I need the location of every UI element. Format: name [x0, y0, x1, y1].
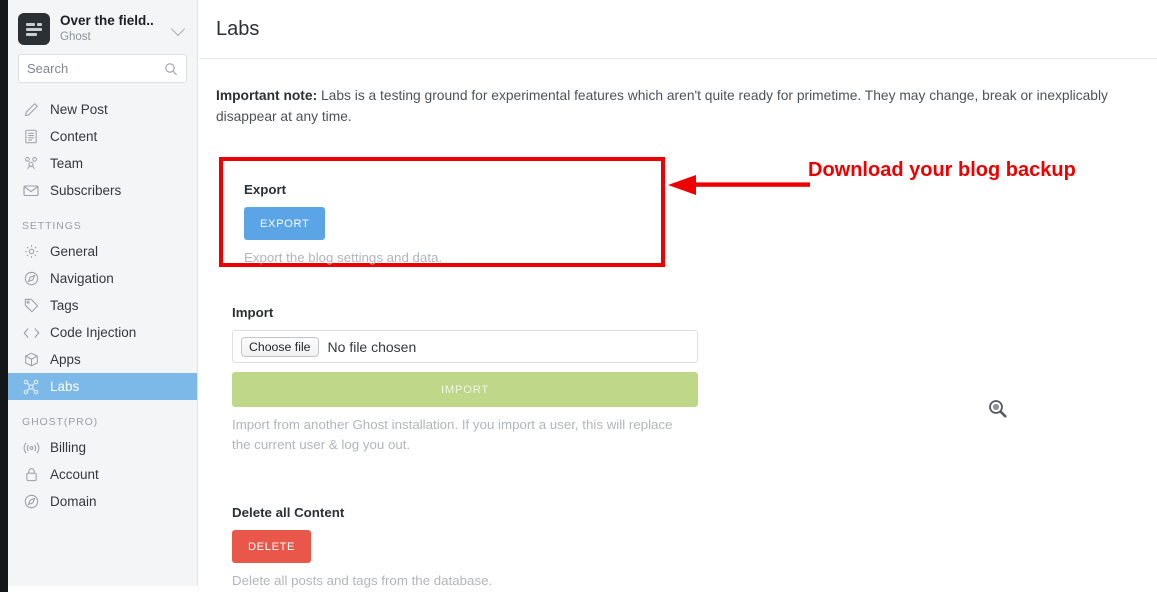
sidebar: Over the field.. Ghost Search New Post C…	[8, 0, 198, 586]
sidebar-heading-settings: SETTINGS	[22, 220, 82, 232]
delete-title: Delete all Content	[232, 505, 345, 520]
import-title: Import	[232, 305, 274, 320]
important-note-body: Labs is a testing ground for experimenta…	[216, 88, 1108, 124]
export-button[interactable]: EXPORT	[244, 207, 326, 240]
chevron-down-icon[interactable]	[171, 21, 187, 37]
sidebar-item-label: Domain	[50, 494, 97, 509]
search-input[interactable]	[27, 61, 164, 76]
search-area	[8, 54, 197, 83]
left-arrow-annotation	[668, 175, 810, 195]
screen-root: Over the field.. Ghost Search New Post C…	[0, 0, 1157, 592]
choose-file-button[interactable]: Choose file	[241, 336, 319, 357]
sidebar-item-labs[interactable]: Labs	[8, 373, 197, 400]
main-header: Labs	[199, 0, 1157, 59]
sidebar-item-label: Subscribers	[50, 183, 122, 198]
page-title: Labs	[216, 17, 260, 40]
blog-title: Over the field..	[60, 13, 154, 28]
blog-logo-icon	[18, 13, 50, 45]
search-icon	[164, 62, 178, 76]
sidebar-item-tags[interactable]: Tags	[8, 292, 197, 319]
sidebar-item-content[interactable]: Content	[8, 123, 197, 150]
export-title: Export	[244, 182, 287, 197]
sidebar-item-navigation[interactable]: Navigation	[8, 265, 197, 292]
sidebar-item-label: Labs	[50, 379, 80, 394]
file-input-row[interactable]: Choose file No file chosen	[232, 330, 698, 363]
settings-sections: Export EXPORT Export the blog settings a…	[216, 145, 1140, 592]
sidebar-item-label: Code Injection	[50, 325, 137, 340]
sidebar-item-billing[interactable]: Billing	[8, 434, 197, 461]
blog-switcher[interactable]: Over the field.. Ghost	[8, 0, 197, 54]
delete-button[interactable]: DELETE	[232, 530, 312, 563]
box-icon	[22, 351, 40, 369]
sidebar-item-label: General	[50, 244, 99, 259]
primary-nav: New Post Content Team Subscribers SETTIN…	[8, 96, 197, 515]
sidebar-item-code-injection[interactable]: Code Injection	[8, 319, 197, 346]
import-button[interactable]: IMPORT	[232, 372, 698, 407]
code-icon	[22, 324, 40, 342]
document-icon	[22, 128, 40, 146]
lock-icon	[22, 466, 40, 484]
labs-icon	[22, 378, 40, 396]
sidebar-item-label: Tags	[50, 298, 79, 313]
sidebar-item-team[interactable]: Team	[8, 150, 197, 177]
zoom-magnifier-cursor	[989, 400, 1007, 418]
sidebar-item-label: Apps	[50, 352, 81, 367]
team-icon	[22, 155, 40, 173]
sidebar-item-domain[interactable]: Domain	[8, 488, 197, 515]
sidebar-heading-ghost-pro: GHOST(PRO)	[22, 416, 99, 428]
sidebar-item-label: Navigation	[50, 271, 114, 286]
compass-icon	[22, 493, 40, 511]
blog-meta: Over the field.. Ghost	[60, 13, 169, 45]
export-section: Export EXPORT Export the blog settings a…	[232, 170, 442, 268]
broadcast-icon	[22, 439, 40, 457]
sidebar-item-label: Team	[50, 156, 84, 171]
import-section: Import Choose file No file chosen IMPORT…	[232, 305, 702, 455]
compass-icon	[22, 270, 40, 288]
annotation-text: Download your blog backup	[808, 159, 1076, 181]
sidebar-item-new-post[interactable]: New Post	[8, 96, 197, 123]
tag-icon	[22, 297, 40, 315]
pencil-icon	[22, 101, 40, 119]
blog-subtitle: Ghost	[60, 31, 91, 43]
sidebar-item-label: Account	[50, 467, 99, 482]
sidebar-item-subscribers[interactable]: Subscribers	[8, 177, 197, 204]
sidebar-item-apps[interactable]: Apps	[8, 346, 197, 373]
sidebar-item-label: Content	[50, 129, 98, 144]
sidebar-item-general[interactable]: General	[8, 238, 197, 265]
sidebar-item-account[interactable]: Account	[8, 461, 197, 488]
envelope-icon	[22, 182, 40, 200]
gear-icon	[22, 243, 40, 261]
file-status-label: No file chosen	[327, 338, 417, 355]
sidebar-item-label: New Post	[50, 102, 108, 117]
import-description: Import from another Ghost installation. …	[232, 417, 673, 452]
delete-section: Delete all Content DELETE Delete all pos…	[232, 505, 702, 591]
important-note-lead: Important note:	[216, 88, 318, 103]
export-description: Export the blog settings and data.	[244, 250, 443, 265]
main-content: Labs Important note: Labs is a testing g…	[199, 0, 1157, 592]
sidebar-item-label: Billing	[50, 440, 87, 455]
important-note: Important note: Labs is a testing ground…	[216, 85, 1126, 127]
delete-description: Delete all posts and tags from the datab…	[232, 573, 493, 588]
main-body: Important note: Labs is a testing ground…	[199, 59, 1157, 592]
window-left-gutter	[0, 0, 8, 592]
search-box[interactable]	[18, 54, 187, 83]
